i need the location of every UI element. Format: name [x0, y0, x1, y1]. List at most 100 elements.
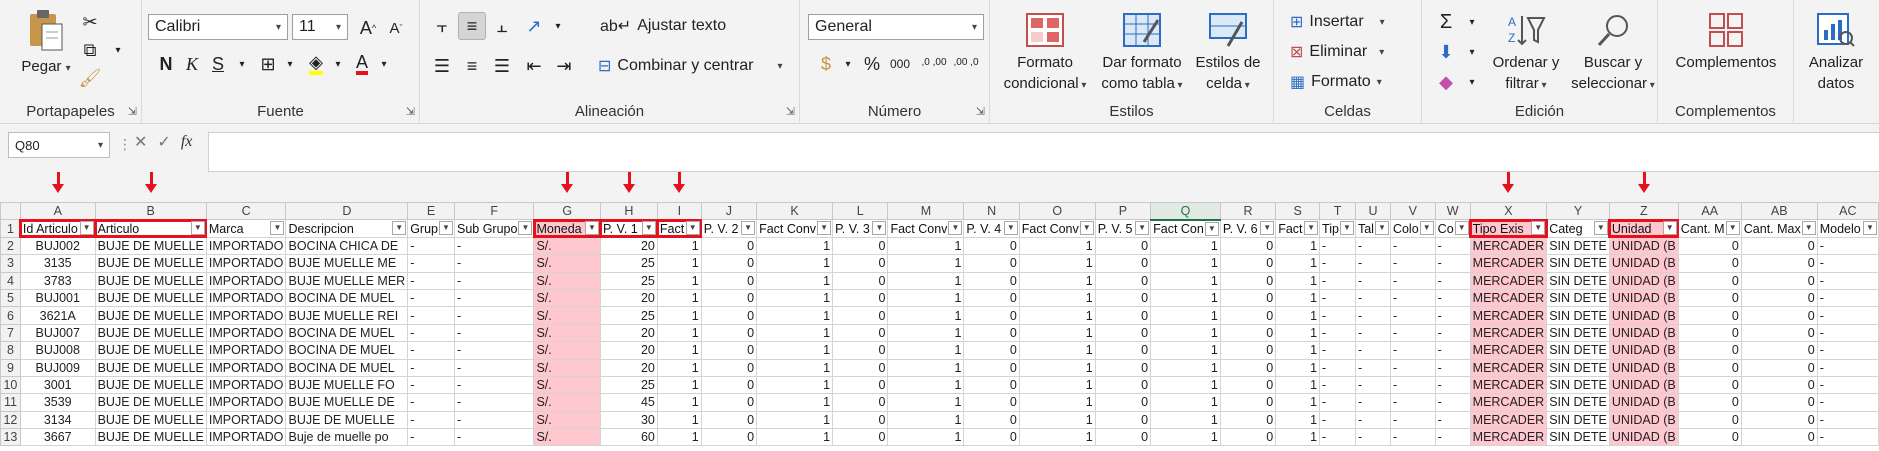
header-cell[interactable]: P. V. 6 ▼: [1219, 219, 1277, 238]
table-cell[interactable]: MERCADER: [1469, 236, 1548, 256]
filter-dropdown-icon[interactable]: ▼: [1374, 221, 1389, 236]
table-cell[interactable]: -: [407, 288, 455, 308]
row-header[interactable]: 8: [0, 341, 21, 360]
table-cell[interactable]: UNIDAD (B: [1608, 410, 1679, 430]
filter-dropdown-icon[interactable]: ▼: [1725, 221, 1740, 236]
table-cell[interactable]: -: [453, 410, 535, 430]
table-cell[interactable]: S/.: [533, 358, 601, 377]
column-header-i[interactable]: I: [656, 202, 702, 221]
filter-dropdown-icon[interactable]: ▼: [518, 221, 533, 236]
table-cell[interactable]: S/.: [533, 323, 601, 343]
table-cell[interactable]: S/.: [533, 341, 601, 360]
table-cell[interactable]: 0: [963, 288, 1020, 308]
table-cell[interactable]: 0: [1677, 410, 1742, 430]
bold-button[interactable]: N: [152, 50, 180, 78]
table-cell[interactable]: MERCADER: [1469, 375, 1548, 395]
table-cell[interactable]: 60: [599, 428, 658, 447]
header-cell[interactable]: Sub Grupo ▼: [453, 219, 535, 238]
clear-dropdown-icon[interactable]: ▾: [1458, 68, 1486, 96]
format-as-table-button[interactable]: Dar formato como tabla ▾: [1094, 12, 1190, 96]
column-header-w[interactable]: W: [1434, 202, 1471, 221]
table-cell[interactable]: 0: [700, 341, 758, 360]
table-cell[interactable]: -: [1816, 375, 1879, 395]
table-cell[interactable]: UNIDAD (B: [1608, 358, 1679, 377]
filter-dropdown-icon[interactable]: ▼: [1531, 221, 1546, 236]
table-cell[interactable]: 1: [1018, 254, 1096, 273]
thousands-button[interactable]: 000: [886, 50, 914, 78]
table-cell[interactable]: UNIDAD (B: [1608, 375, 1679, 395]
table-cell[interactable]: MERCADER: [1469, 323, 1548, 343]
table-cell[interactable]: UNIDAD (B: [1608, 271, 1679, 290]
table-cell[interactable]: 0: [963, 428, 1020, 447]
table-cell[interactable]: 0: [1094, 393, 1152, 412]
table-cell[interactable]: 0: [1219, 410, 1277, 430]
table-cell[interactable]: 1: [656, 428, 702, 447]
table-cell[interactable]: -: [1354, 375, 1391, 395]
table-cell[interactable]: 0: [1740, 393, 1818, 412]
table-cell[interactable]: BUJ001: [19, 288, 96, 308]
table-cell[interactable]: -: [1389, 341, 1436, 360]
table-cell[interactable]: 0: [1740, 271, 1818, 290]
table-cell[interactable]: 20: [599, 341, 658, 360]
table-cell[interactable]: BUJ008: [19, 341, 96, 360]
table-cell[interactable]: MERCADER: [1469, 410, 1548, 430]
filter-dropdown-icon[interactable]: ▼: [1260, 221, 1275, 236]
row-header[interactable]: 3: [0, 254, 21, 273]
table-cell[interactable]: MERCADER: [1469, 306, 1548, 325]
table-cell[interactable]: -: [1434, 254, 1471, 273]
table-cell[interactable]: S/.: [533, 288, 601, 308]
table-cell[interactable]: MERCADER: [1469, 358, 1548, 377]
orientation-dropdown-icon[interactable]: ▾: [544, 12, 572, 40]
dialog-launcher-icon[interactable]: ⇲: [786, 105, 795, 118]
table-cell[interactable]: 3001: [19, 375, 96, 395]
column-header-h[interactable]: H: [599, 202, 658, 221]
select-all-corner[interactable]: [0, 202, 21, 221]
row-header[interactable]: 13: [0, 428, 21, 447]
table-cell[interactable]: S/.: [533, 375, 601, 395]
table-cell[interactable]: BUJ007: [19, 323, 96, 343]
table-cell[interactable]: 0: [832, 323, 889, 343]
table-cell[interactable]: 1: [1150, 393, 1221, 412]
table-cell[interactable]: Buje de muelle po: [285, 428, 409, 447]
align-middle-icon[interactable]: ≡: [458, 12, 486, 40]
table-cell[interactable]: BOCINA CHICA DE: [285, 236, 409, 256]
table-cell[interactable]: 0: [700, 236, 758, 256]
table-cell[interactable]: 25: [599, 375, 658, 395]
align-left-icon[interactable]: ☰: [428, 52, 456, 80]
table-cell[interactable]: 1: [1150, 306, 1221, 325]
table-cell[interactable]: MERCADER: [1469, 428, 1548, 447]
number-format-select[interactable]: General ▾: [808, 14, 984, 40]
table-cell[interactable]: S/.: [533, 410, 601, 430]
table-cell[interactable]: 1: [1275, 393, 1321, 412]
table-cell[interactable]: -: [1389, 393, 1436, 412]
table-cell[interactable]: 1: [756, 393, 834, 412]
table-cell[interactable]: -: [407, 341, 455, 360]
table-cell[interactable]: BOCINA DE MUEL: [285, 358, 409, 377]
table-cell[interactable]: -: [1816, 271, 1879, 290]
table-cell[interactable]: BUJ009: [19, 358, 96, 377]
header-cell[interactable]: Tip ▼: [1319, 219, 1356, 238]
column-header-j[interactable]: J: [700, 202, 758, 221]
delete-button[interactable]: ⊠ Eliminar ▾: [1290, 42, 1384, 62]
table-cell[interactable]: 0: [832, 410, 889, 430]
table-cell[interactable]: 1: [1275, 375, 1321, 395]
column-header-c[interactable]: C: [205, 202, 287, 221]
table-cell[interactable]: BUJE DE MUELLE: [94, 323, 207, 343]
italic-button[interactable]: K: [178, 50, 206, 78]
table-cell[interactable]: -: [1319, 341, 1356, 360]
header-cell[interactable]: Marca ▼: [205, 219, 287, 238]
table-cell[interactable]: 0: [700, 288, 758, 308]
table-cell[interactable]: -: [453, 428, 535, 447]
decrease-decimal-button[interactable]: ,00 ,0: [950, 48, 982, 76]
filter-dropdown-icon[interactable]: ▼: [872, 221, 887, 236]
table-cell[interactable]: 1: [1275, 306, 1321, 325]
filter-dropdown-icon[interactable]: ▼: [1419, 221, 1434, 236]
table-cell[interactable]: -: [1816, 306, 1879, 325]
column-header-ac[interactable]: AC: [1816, 202, 1879, 221]
header-cell[interactable]: P. V. 3 ▼: [832, 219, 889, 238]
table-cell[interactable]: 1: [656, 323, 702, 343]
table-cell[interactable]: -: [453, 341, 535, 360]
table-cell[interactable]: 1: [1018, 341, 1096, 360]
formula-input[interactable]: [208, 132, 1879, 172]
table-cell[interactable]: -: [407, 306, 455, 325]
